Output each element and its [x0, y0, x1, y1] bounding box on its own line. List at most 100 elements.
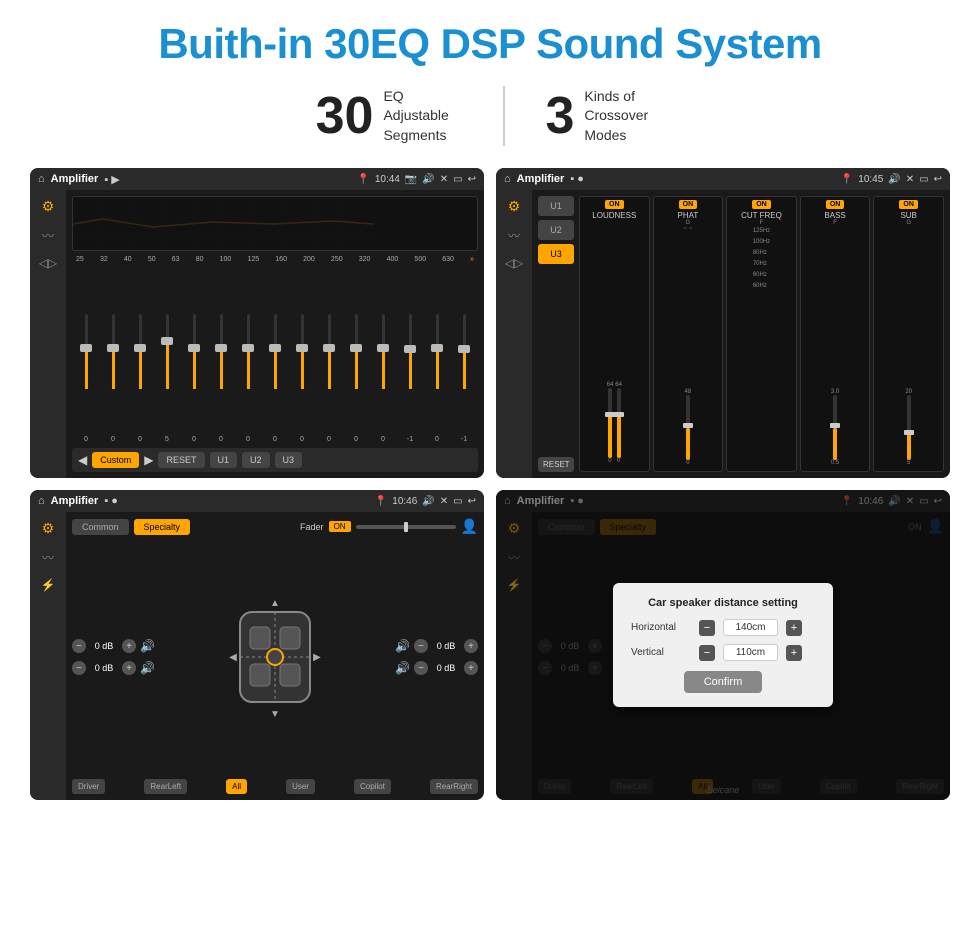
reset-btn[interactable]: RESET: [158, 452, 204, 468]
eq-slider-3[interactable]: 5: [155, 268, 179, 443]
wave-icon-2[interactable]: 〰: [508, 227, 520, 244]
bass-header: ON: [826, 200, 845, 209]
svg-text:◀: ◀: [229, 652, 237, 663]
loudness-slider-1[interactable]: [608, 388, 612, 458]
window-icon-3[interactable]: ▭: [453, 496, 462, 507]
eq-slider-1[interactable]: 0: [101, 268, 125, 443]
u3-preset[interactable]: U3: [538, 244, 574, 264]
eq-slider-12[interactable]: -1: [398, 268, 422, 443]
back-icon[interactable]: ↩: [468, 174, 476, 185]
specialty-tab[interactable]: Specialty: [134, 519, 191, 535]
copilot-btn[interactable]: Copilot: [354, 779, 391, 794]
home-icon-2[interactable]: ⌂: [504, 173, 511, 185]
loudness-slider-2[interactable]: [617, 388, 621, 458]
left-rear-minus[interactable]: −: [72, 661, 86, 675]
location-icon: 📍: [357, 174, 369, 185]
volume-side-icon[interactable]: ◁▷: [39, 256, 57, 270]
eq-slider-14[interactable]: -1: [452, 268, 476, 443]
left-rear-plus[interactable]: +: [122, 661, 136, 675]
fader-on-badge[interactable]: ON: [329, 521, 351, 532]
right-rear-plus[interactable]: +: [464, 661, 478, 675]
screen2-status-right: 📍 10:45 🔊 ✕ ▭ ↩: [841, 174, 942, 185]
x-icon[interactable]: ✕: [440, 174, 448, 185]
all-btn[interactable]: All: [226, 779, 247, 794]
fader-track[interactable]: [356, 525, 456, 529]
rearright-btn[interactable]: RearRight: [430, 779, 478, 794]
phat-on[interactable]: ON: [679, 200, 698, 209]
right-front-minus[interactable]: −: [414, 639, 428, 653]
main-title: Buith-in 30EQ DSP Sound System: [158, 20, 821, 68]
user-btn[interactable]: User: [286, 779, 315, 794]
rearleft-btn[interactable]: RearLeft: [144, 779, 187, 794]
wave-icon[interactable]: 〰: [42, 227, 54, 244]
eq-slider-13[interactable]: 0: [425, 268, 449, 443]
home-icon[interactable]: ⌂: [38, 173, 45, 185]
left-front-minus[interactable]: −: [72, 639, 86, 653]
back-icon-2[interactable]: ↩: [934, 174, 942, 185]
confirm-button[interactable]: Confirm: [684, 671, 763, 693]
window-icon[interactable]: ▭: [453, 174, 462, 185]
bluetooth-icon[interactable]: ⚡: [41, 578, 56, 592]
eq-slider-6[interactable]: 0: [236, 268, 260, 443]
scroll-icon[interactable]: »: [470, 256, 474, 263]
u1-preset[interactable]: U1: [538, 196, 574, 216]
window-icon-2[interactable]: ▭: [919, 174, 928, 185]
crossover-layout: U1 U2 U3 RESET ON: [538, 196, 944, 472]
eq-sliders-row: 0 0: [72, 268, 478, 443]
bass-on[interactable]: ON: [826, 200, 845, 209]
cutfreq-on[interactable]: ON: [752, 200, 771, 209]
phat-sliders: 48 0: [683, 234, 694, 468]
u3-btn[interactable]: U3: [275, 452, 303, 468]
home-icon-3[interactable]: ⌂: [38, 495, 45, 507]
back-icon-3[interactable]: ↩: [468, 496, 476, 507]
vertical-plus[interactable]: +: [786, 645, 802, 661]
x-icon-2[interactable]: ✕: [906, 174, 914, 185]
common-tab[interactable]: Common: [72, 519, 129, 535]
phat-slider[interactable]: [686, 395, 690, 460]
loudness-on[interactable]: ON: [605, 200, 624, 209]
next-arrow[interactable]: ▶: [144, 453, 153, 467]
left-front-plus[interactable]: +: [122, 639, 136, 653]
eq-slider-8[interactable]: 0: [290, 268, 314, 443]
horizontal-plus[interactable]: +: [786, 620, 802, 636]
eq-slider-9[interactable]: 0: [317, 268, 341, 443]
eq-graph: [72, 196, 478, 251]
bass-slider[interactable]: [833, 395, 837, 460]
vertical-minus[interactable]: −: [699, 645, 715, 661]
sub-on[interactable]: ON: [899, 200, 918, 209]
eq-filter-icon-2[interactable]: ⚙: [508, 198, 521, 215]
cross-reset[interactable]: RESET: [538, 457, 574, 472]
u1-btn[interactable]: U1: [210, 452, 238, 468]
volume-side-icon-2[interactable]: ◁▷: [505, 256, 523, 270]
eq-slider-5[interactable]: 0: [209, 268, 233, 443]
eq-slider-4[interactable]: 0: [182, 268, 206, 443]
x-icon-3[interactable]: ✕: [440, 496, 448, 507]
eq-filter-icon-3[interactable]: ⚙: [42, 520, 55, 537]
eq-filter-icon[interactable]: ⚙: [42, 198, 55, 215]
screen3-title: Amplifier: [51, 495, 99, 507]
prev-arrow[interactable]: ◀: [78, 453, 87, 467]
loudness-header: ON: [605, 200, 624, 209]
screen1-statusbar: ⌂ Amplifier ▪ ▶ 📍 10:44 📷 🔊 ✕ ▭ ↩: [30, 168, 484, 190]
wave-icon-3[interactable]: 〰: [42, 549, 54, 566]
vertical-value: 110cm: [723, 644, 778, 661]
eq-slider-0[interactable]: 0: [74, 268, 98, 443]
eq-slider-10[interactable]: 0: [344, 268, 368, 443]
speaker-btn-row: Driver RearLeft All User Copilot RearRig…: [72, 779, 478, 794]
user-icon[interactable]: 👤: [461, 518, 478, 535]
sub-slider[interactable]: [907, 395, 911, 460]
horizontal-minus[interactable]: −: [699, 620, 715, 636]
screen1-content: ⚙ 〰 ◁▷: [30, 190, 484, 478]
driver-btn[interactable]: Driver: [72, 779, 105, 794]
right-rear-minus[interactable]: −: [414, 661, 428, 675]
eq-slider-2[interactable]: 0: [128, 268, 152, 443]
u2-btn[interactable]: U2: [242, 452, 270, 468]
screen1-title: Amplifier: [51, 173, 99, 185]
right-front-plus[interactable]: +: [464, 639, 478, 653]
freq-160: 160: [275, 256, 287, 263]
eq-slider-7[interactable]: 0: [263, 268, 287, 443]
eq-slider-11[interactable]: 0: [371, 268, 395, 443]
u2-preset[interactable]: U2: [538, 220, 574, 240]
screens-grid: ⌂ Amplifier ▪ ▶ 📍 10:44 📷 🔊 ✕ ▭ ↩ ⚙: [30, 168, 950, 800]
custom-btn[interactable]: Custom: [92, 452, 139, 468]
